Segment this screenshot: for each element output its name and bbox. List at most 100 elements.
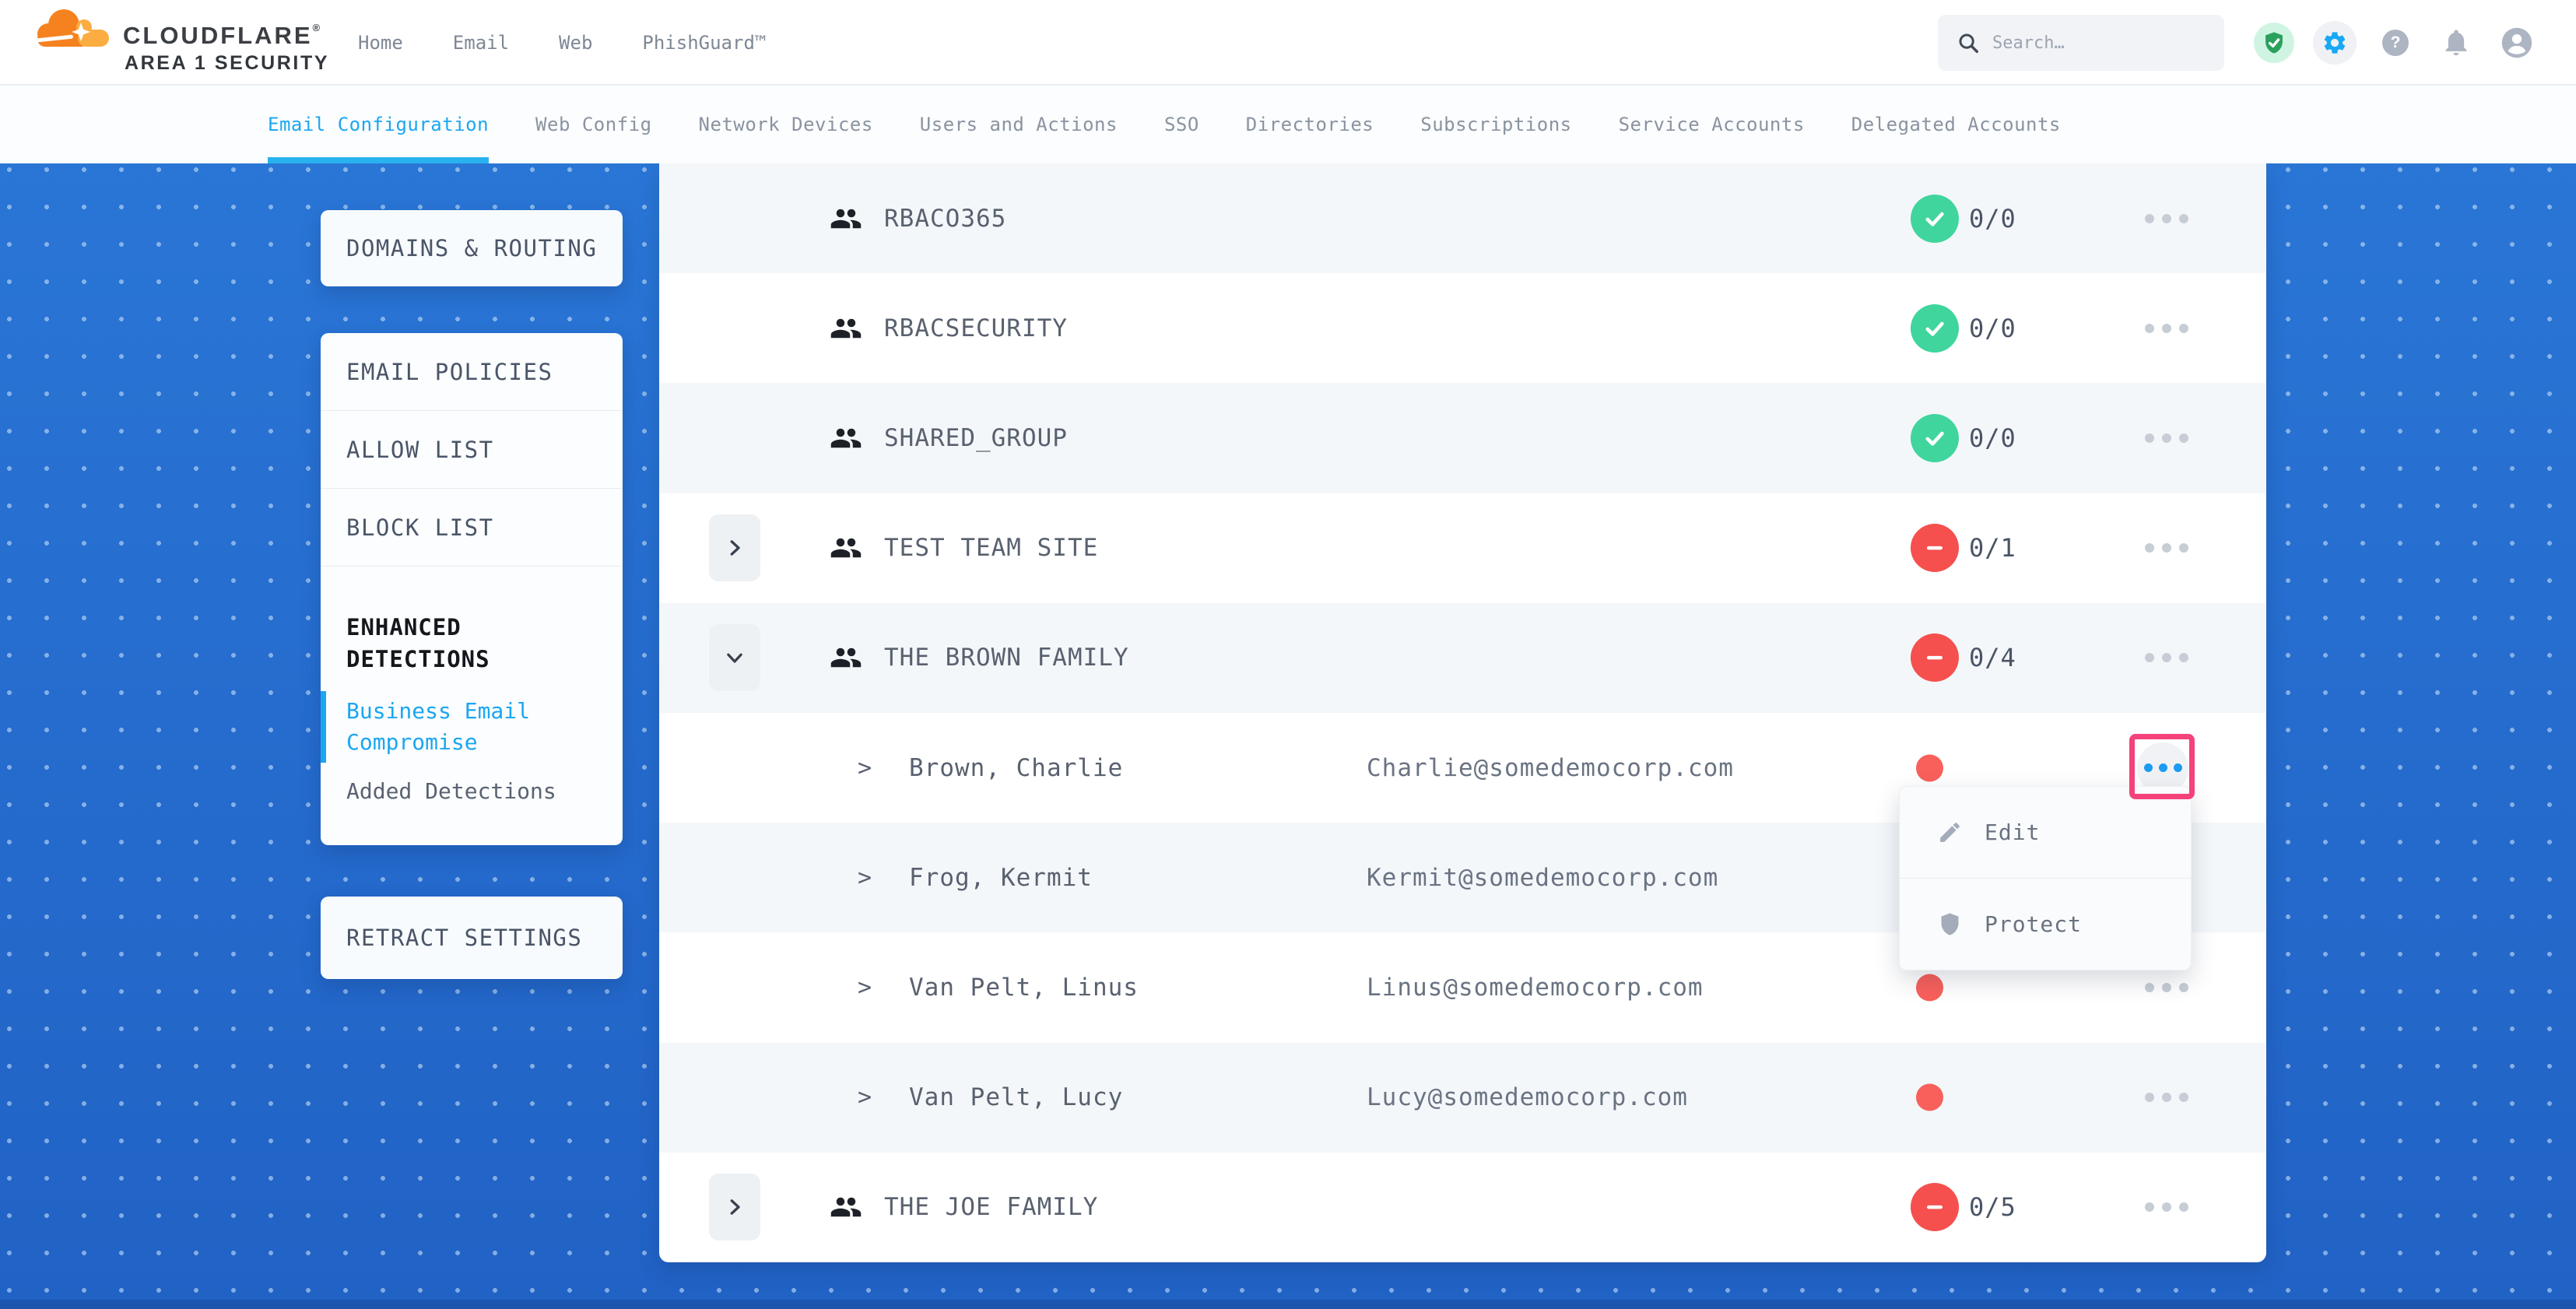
menu-item-label: Protect [1985, 911, 2082, 937]
security-status-button[interactable] [2254, 23, 2294, 63]
row-actions-button[interactable] [2140, 532, 2193, 563]
user-name: Brown, Charlie [909, 754, 1123, 782]
chevron-right-icon [723, 1195, 746, 1219]
row-actions-button[interactable] [2140, 1082, 2193, 1113]
sidebar-label: ALLOW LIST [346, 437, 494, 463]
sidebar-item-block-list[interactable]: BLOCK LIST [321, 489, 623, 567]
user-expand-caret[interactable]: > [858, 754, 872, 781]
status-protected-icon [1911, 414, 1959, 462]
sidebar-item-domains-routing[interactable]: DOMAINS & ROUTING [321, 210, 623, 286]
protection-count: 0/5 [1969, 1192, 2016, 1222]
protection-count: 0/1 [1969, 533, 2016, 563]
user-name: Frog, Kermit [909, 864, 1093, 892]
user-name: Van Pelt, Linus [909, 974, 1139, 1002]
group-name: RBACO365 [884, 205, 1006, 233]
main-nav: Home Email Web PhishGuard™ [358, 0, 766, 86]
sidebar-label: RETRACT SETTINGS [346, 925, 582, 951]
help-button[interactable]: ? [2382, 30, 2409, 56]
table-row-group[interactable]: RBACO365 0/0 [659, 163, 2266, 273]
settings-button[interactable] [2313, 21, 2357, 65]
table-row-group[interactable]: SHARED_GROUP 0/0 [659, 383, 2266, 493]
group-name: TEST TEAM SITE [884, 534, 1098, 562]
menu-item-edit[interactable]: Edit [1900, 787, 2191, 878]
sidebar-item-allow-list[interactable]: ALLOW LIST [321, 411, 623, 489]
tab-web-config[interactable]: Web Config [535, 86, 652, 163]
nav-item-web[interactable]: Web [559, 32, 592, 54]
tab-directories[interactable]: Directories [1246, 86, 1374, 163]
collapse-group-button[interactable] [709, 624, 760, 691]
tab-email-configuration[interactable]: Email Configuration [268, 86, 489, 163]
brand-subtitle: AREA 1 SECURITY [125, 52, 329, 75]
tab-service-accounts[interactable]: Service Accounts [1619, 86, 1805, 163]
group-icon [828, 202, 864, 235]
nav-item-phishguard[interactable]: PhishGuard™ [642, 32, 766, 54]
group-icon [828, 312, 864, 345]
expand-group-button[interactable] [709, 1174, 760, 1241]
group-name: THE JOE FAMILY [884, 1193, 1098, 1221]
row-actions-button[interactable] [2140, 203, 2193, 234]
protection-count: 0/0 [1969, 314, 2016, 343]
menu-item-protect[interactable]: Protect [1900, 879, 2191, 970]
sidebar-item-business-email-compromise[interactable]: Business Email Compromise [321, 696, 570, 758]
nav-item-email[interactable]: Email [453, 32, 509, 54]
table-row-group[interactable]: THE BROWN FAMILY 0/4 [659, 603, 2266, 713]
groups-table: RBACO365 0/0 RBACSECURITY 0/0 SHARED_GRO… [659, 163, 2266, 1262]
sidebar-item-added-detections[interactable]: Added Detections [321, 778, 623, 804]
protection-count: 0/0 [1969, 204, 2016, 233]
row-actions-button[interactable] [2140, 642, 2193, 673]
search-box[interactable] [1938, 15, 2224, 71]
group-name: SHARED_GROUP [884, 424, 1068, 452]
sidebar-label: EMAIL POLICIES [346, 359, 553, 385]
account-button[interactable] [2501, 26, 2533, 59]
cloudflare-logo[interactable]: CLOUDFLARE® AREA 1 SECURITY [33, 3, 391, 82]
shield-check-icon [2262, 30, 2286, 55]
user-expand-caret[interactable]: > [858, 974, 872, 1001]
expand-group-button[interactable] [709, 514, 760, 581]
nav-item-home[interactable]: Home [358, 32, 403, 54]
registered-mark: ® [313, 22, 321, 33]
bell-icon [2441, 28, 2471, 58]
tab-delegated-accounts[interactable]: Delegated Accounts [1851, 86, 2061, 163]
status-unprotected-dot [1916, 1084, 1943, 1111]
tab-sso[interactable]: SSO [1164, 86, 1199, 163]
group-name: THE BROWN FAMILY [884, 644, 1129, 672]
tab-subscriptions[interactable]: Subscriptions [1420, 86, 1571, 163]
status-protected-icon [1911, 304, 1959, 353]
protection-count: 0/0 [1969, 423, 2016, 453]
question-mark-icon: ? [2391, 33, 2401, 52]
sidebar-email-policies-card: EMAIL POLICIES ALLOW LIST BLOCK LIST ENH… [321, 333, 623, 845]
row-context-menu: Edit Protect [1899, 786, 2192, 970]
user-email: Charlie@somedemocorp.com [1367, 754, 1734, 782]
user-name: Van Pelt, Lucy [909, 1083, 1123, 1111]
tab-users-and-actions[interactable]: Users and Actions [920, 86, 1118, 163]
group-icon [828, 641, 864, 674]
sidebar-label: BLOCK LIST [346, 514, 494, 541]
user-expand-caret[interactable]: > [858, 864, 872, 891]
bottom-band [0, 1300, 2576, 1309]
search-input[interactable] [1992, 33, 2187, 53]
row-actions-button[interactable] [2140, 423, 2193, 454]
sidebar-section-enhanced-detections: ENHANCED DETECTIONS [321, 567, 539, 676]
tab-network-devices[interactable]: Network Devices [699, 86, 873, 163]
group-icon [828, 532, 864, 564]
protection-count: 0/4 [1969, 643, 2016, 672]
user-expand-caret[interactable]: > [858, 1084, 872, 1111]
user-avatar-icon [2501, 26, 2533, 59]
gear-icon [2322, 30, 2348, 56]
row-actions-button[interactable] [2140, 972, 2193, 1003]
notifications-button[interactable] [2441, 27, 2472, 58]
status-unprotected-dot [1916, 974, 1943, 1001]
sidebar-item-retract-settings[interactable]: RETRACT SETTINGS [321, 897, 623, 979]
table-row-user[interactable]: > Van Pelt, Lucy Lucy@somedemocorp.com [659, 1043, 2266, 1153]
row-actions-button[interactable] [2140, 313, 2193, 344]
table-row-group[interactable]: TEST TEAM SITE 0/1 [659, 493, 2266, 603]
row-actions-button[interactable] [2140, 1191, 2193, 1223]
search-icon [1957, 31, 1980, 54]
chevron-right-icon [723, 536, 746, 560]
user-email: Linus@somedemocorp.com [1367, 974, 1704, 1002]
user-email: Kermit@somedemocorp.com [1367, 864, 1718, 892]
table-row-group[interactable]: RBACSECURITY 0/0 [659, 273, 2266, 383]
table-row-group[interactable]: THE JOE FAMILY 0/5 [659, 1153, 2266, 1262]
status-unprotected-icon [1911, 1183, 1959, 1231]
sidebar-item-email-policies[interactable]: EMAIL POLICIES [321, 333, 623, 411]
